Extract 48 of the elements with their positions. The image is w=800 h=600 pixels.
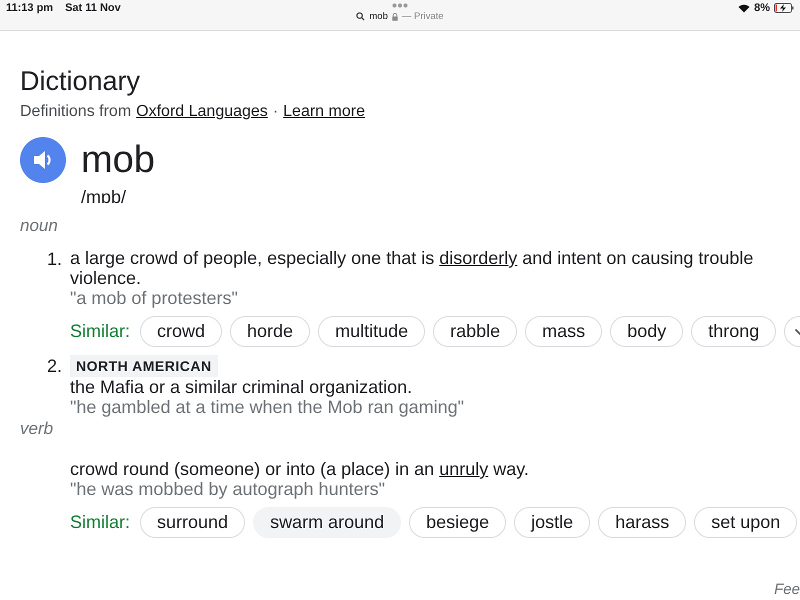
synonym-chip[interactable]: swarm around (253, 507, 402, 538)
part-of-speech: noun (20, 216, 59, 236)
definition-text: the Mafia or a similar criminal organization. (70, 377, 414, 397)
word-link[interactable]: disorderly (439, 248, 518, 268)
date: Sat 11 Nov (65, 2, 121, 14)
definition-text: crowd round (someone) or into (a place) in an unruly way. (70, 459, 530, 479)
feedback-link[interactable]: Fee (774, 581, 800, 598)
headword: mob (81, 138, 155, 183)
private-mode-label: — Private (402, 11, 444, 22)
pronunciation: /mɒb/ (81, 187, 128, 208)
definition-text: violence. (70, 268, 142, 288)
oxford-languages-link[interactable]: Oxford Languages (136, 103, 268, 121)
speaker-button[interactable] (20, 137, 66, 183)
battery-charging-icon (774, 3, 794, 13)
example-sentence: "a mob of protesters" (70, 288, 239, 308)
section-heading: Dictionary (20, 65, 142, 97)
definition-number: 2. (46, 355, 63, 378)
separator-dot: · (272, 103, 278, 121)
lock-icon (392, 12, 398, 20)
battery-percent: 8% (754, 2, 770, 14)
search-icon (356, 12, 366, 21)
synonym-chip[interactable]: rabble (433, 316, 518, 347)
synonym-chip[interactable]: crowd (140, 316, 222, 347)
source-prefix: Definitions from (20, 103, 132, 121)
synonym-chip[interactable]: harass (598, 507, 686, 538)
wifi-icon (738, 4, 750, 12)
definition-number: 1. (46, 248, 63, 271)
synonym-chip[interactable]: besiege (409, 507, 506, 538)
part-of-speech: verb (20, 419, 54, 439)
address-query[interactable]: mob (369, 11, 388, 22)
synonym-chip[interactable]: horde (230, 316, 310, 347)
similar-label: Similar: (70, 321, 130, 342)
synonym-chip[interactable]: multitude (318, 316, 426, 347)
region-label: NORTH AMERICAN (70, 355, 218, 377)
synonym-chip[interactable]: body (610, 316, 684, 347)
word-link[interactable]: unruly (439, 459, 488, 479)
more-dots-icon[interactable] (392, 3, 408, 8)
synonym-chip[interactable]: jostle (514, 507, 590, 538)
synonym-chip[interactable]: mass (525, 316, 602, 347)
clock-time: 11:13 pm (6, 2, 54, 14)
synonym-chip[interactable]: throng (691, 316, 776, 347)
example-sentence: "he gambled at a time when the Mob ran gaming" (70, 397, 464, 417)
similar-label: Similar: (70, 512, 130, 533)
definition-text: a large crowd of people, especially one that is disorderly and intent on causing trouble (70, 248, 754, 268)
learn-more-link[interactable]: Learn more (283, 103, 365, 121)
example-sentence: "he was mobbed by autograph hunters" (70, 479, 386, 499)
synonym-chip[interactable]: set upon (694, 507, 798, 538)
synonym-chip[interactable]: surround (140, 507, 246, 538)
